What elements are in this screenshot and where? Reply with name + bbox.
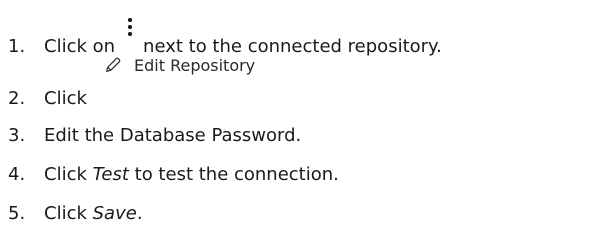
step-number: 2. xyxy=(8,88,26,109)
test-keyword: Test xyxy=(92,164,129,185)
edit-repository-menu-item: Edit Repository xyxy=(104,54,255,76)
step-number: 1. xyxy=(8,36,26,57)
step-text: Edit the Database Password. xyxy=(44,125,302,146)
edit-repository-label: Edit Repository xyxy=(134,55,256,75)
step-number: 5. xyxy=(8,203,26,224)
step-text: to test the connection. xyxy=(134,164,339,185)
save-keyword: Save xyxy=(92,203,137,224)
instruction-steps: 1. Click on next to the connected reposito… xyxy=(0,0,590,245)
step-text: . xyxy=(136,203,143,224)
step-3: 3. Edit the Database Password. xyxy=(8,125,301,147)
step-2: 2. Click xyxy=(8,88,87,110)
step-5: 5. Click Save. xyxy=(8,203,143,225)
step-4: 4. Click Test to test the connection. xyxy=(8,164,339,186)
more-vertical-icon xyxy=(125,18,135,38)
step-text: Click xyxy=(44,88,87,109)
step-text: Click xyxy=(44,164,87,185)
step-text: Click xyxy=(44,203,87,224)
pencil-icon xyxy=(106,57,121,72)
step-number: 4. xyxy=(8,164,26,185)
step-number: 3. xyxy=(8,125,26,146)
